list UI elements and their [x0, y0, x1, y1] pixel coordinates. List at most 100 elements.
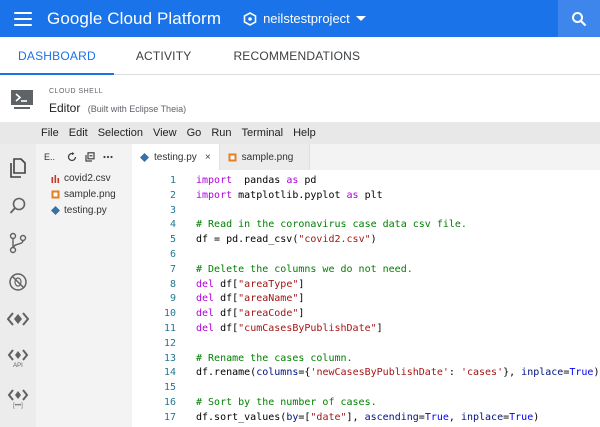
line-source: import matplotlib.pyplot as plt [196, 188, 383, 203]
tab-testing-py[interactable]: testing.py × [132, 144, 220, 170]
menu-icon[interactable] [14, 11, 32, 26]
refresh-button[interactable] [67, 152, 77, 162]
menu-selection[interactable]: Selection [98, 127, 143, 139]
no-bug-icon [9, 273, 27, 291]
code-line[interactable]: 1 import pandas as pd [132, 173, 600, 188]
tab-activity[interactable]: ACTIVITY [114, 37, 210, 74]
code-token: # Delete the columns we do not need. [196, 263, 413, 275]
file-sample-png[interactable]: sample.png [36, 186, 132, 202]
more-icon [103, 155, 113, 159]
collapse-button[interactable] [85, 152, 95, 162]
code-token: inplace [521, 367, 564, 379]
code-line[interactable]: 15 [132, 380, 600, 395]
code-token: }, [503, 367, 522, 379]
code-token: ] [298, 308, 305, 320]
api-activity[interactable]: API [0, 348, 36, 369]
api-icon [7, 349, 29, 361]
code-token: , [448, 411, 461, 423]
code-editor[interactable]: 1 import pandas as pd 2 import matplotlib.p… [132, 170, 600, 427]
image-file-icon [50, 189, 60, 199]
activity-bar: API [•••] [0, 144, 36, 427]
code-token: ascending [364, 411, 419, 423]
menu-help[interactable]: Help [293, 127, 316, 139]
code-token: ] [298, 278, 305, 290]
search-activity[interactable] [0, 196, 36, 216]
code-line[interactable]: 9 del df["areaName"] [132, 291, 600, 306]
line-source: # Delete the columns we do not need. [196, 262, 413, 277]
line-number: 17 [163, 411, 176, 423]
source-control-activity[interactable] [0, 232, 36, 254]
file-covid2-csv[interactable]: covid2.csv [36, 170, 132, 186]
code-line[interactable]: 2 import matplotlib.pyplot as plt [132, 188, 600, 203]
code-token: df[ [214, 308, 239, 320]
code-token: "date" [310, 411, 347, 423]
cloud-shell-caption: CLOUD SHELL [49, 88, 104, 95]
refresh-icon [67, 152, 77, 162]
line-source: # Rename the cases column. [196, 351, 353, 366]
console-tabs: DASHBOARD ACTIVITY RECOMMENDATIONS [0, 37, 600, 75]
code-token: True [569, 367, 594, 379]
code-line[interactable]: 10 del df["areaCode"] [132, 306, 600, 321]
cloud-shell-header: CLOUD SHELL Editor (Built with Eclipse T… [0, 76, 600, 122]
file-label: sample.png [64, 188, 116, 200]
debug-activity[interactable] [0, 272, 36, 292]
menu-edit[interactable]: Edit [69, 127, 88, 139]
code-line[interactable]: 12 [132, 336, 600, 351]
line-number: 11 [163, 323, 176, 334]
python-file-icon [50, 205, 60, 215]
code-token: "cumCasesByPublishDate" [238, 323, 377, 334]
code-token: pd [298, 175, 317, 186]
tab-label: testing.py [154, 151, 197, 163]
k8s-icon [7, 389, 29, 401]
tab-dashboard[interactable]: DASHBOARD [0, 37, 114, 75]
kubernetes-activity[interactable]: [•••] [0, 388, 36, 409]
code-token: : [448, 367, 461, 379]
line-number: 15 [163, 382, 176, 394]
search-button[interactable] [558, 0, 600, 37]
code-line[interactable]: 17 df.sort_values(by=["date"], ascending=… [132, 410, 600, 425]
editor-title: Editor [49, 101, 81, 115]
more-actions-button[interactable] [103, 152, 113, 162]
menu-terminal[interactable]: Terminal [242, 127, 284, 139]
code-line[interactable]: 4 # Read in the coronavirus case data csv… [132, 217, 600, 232]
code-token: "areaCode" [238, 308, 299, 320]
cloud-code-activity[interactable] [0, 310, 36, 328]
project-selector[interactable]: neilstestproject [243, 11, 366, 26]
line-number: 9 [169, 293, 176, 305]
code-token: ] [376, 323, 383, 334]
tab-sample-png[interactable]: sample.png [219, 144, 311, 170]
code-line[interactable]: 8 del df["areaType"] [132, 277, 600, 292]
code-line[interactable]: 7 # Delete the columns we do not need. [132, 262, 600, 277]
code-token: pandas [232, 175, 287, 186]
code-token: import [196, 175, 233, 186]
code-line[interactable]: 3 [132, 203, 600, 218]
code-line[interactable]: 5 df = pd.read_csv("covid2.csv") [132, 232, 600, 247]
tab-recommendations[interactable]: RECOMMENDATIONS [209, 37, 378, 74]
file-testing-py[interactable]: testing.py [36, 202, 132, 218]
code-token: ) [370, 234, 377, 246]
close-icon[interactable]: × [205, 152, 211, 163]
menu-file[interactable]: File [41, 127, 59, 139]
menu-go[interactable]: Go [187, 127, 202, 139]
menu-run[interactable]: Run [211, 127, 231, 139]
code-line[interactable]: 14 df.rename(columns={'newCasesByPublishD… [132, 365, 600, 380]
brand-title[interactable]: Google Cloud Platform [47, 9, 221, 29]
code-token: ) [533, 411, 540, 423]
code-token: # Sort by the number of cases. [196, 397, 377, 408]
line-number: 6 [169, 249, 176, 260]
code-token: "areaType" [238, 278, 299, 290]
source-control-icon [9, 232, 27, 254]
code-line[interactable]: 11 del df["cumCasesByPublishDate"] [132, 321, 600, 336]
code-token: del [196, 308, 215, 320]
line-source: import pandas as pd [196, 173, 316, 188]
code-token: inplace [460, 411, 504, 423]
line-number: 7 [169, 263, 176, 275]
project-name: neilstestproject [263, 11, 350, 26]
explorer-activity[interactable] [0, 158, 36, 178]
line-number: 14 [163, 367, 176, 379]
code-line[interactable]: 13 # Rename the cases column. [132, 351, 600, 366]
menu-view[interactable]: View [153, 127, 177, 139]
code-line[interactable]: 16 # Sort by the number of cases. [132, 395, 600, 410]
code-token: as [286, 175, 299, 186]
code-line[interactable]: 6 [132, 247, 600, 262]
